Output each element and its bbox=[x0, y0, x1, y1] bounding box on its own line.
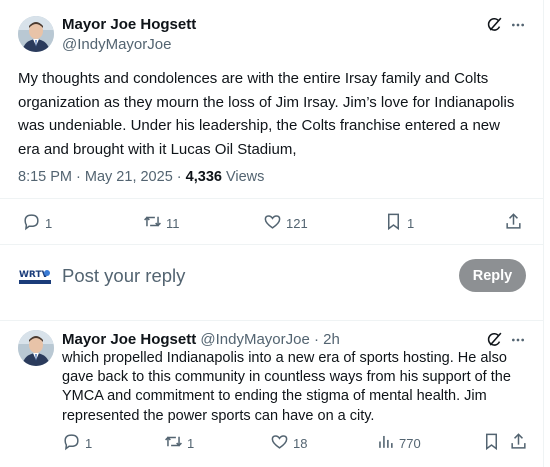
reply-header: Mayor Joe Hogsett @IndyMayorJoe · 2h bbox=[62, 331, 340, 348]
views-label: Views bbox=[225, 169, 265, 185]
bookmark-action[interactable]: 1 bbox=[384, 212, 414, 234]
like-action[interactable]: 18 bbox=[270, 432, 307, 454]
divider bbox=[0, 320, 544, 321]
author-name[interactable]: Mayor Joe Hogsett bbox=[62, 331, 196, 348]
reply-button[interactable]: Reply bbox=[459, 259, 526, 292]
reply-icon bbox=[22, 212, 41, 234]
views-action[interactable]: 770 bbox=[376, 432, 421, 454]
author-handle[interactable]: @IndyMayorJoe bbox=[62, 36, 171, 53]
bookmark-action[interactable] bbox=[482, 432, 501, 454]
reply-icon bbox=[62, 432, 81, 454]
tweet-time-ago[interactable]: 2h bbox=[323, 331, 340, 348]
bookmark-count: 1 bbox=[407, 215, 415, 231]
like-icon bbox=[270, 432, 289, 454]
repost-icon bbox=[164, 432, 183, 454]
meta-separator: · bbox=[172, 169, 186, 185]
share-icon bbox=[509, 432, 528, 454]
reply-count: 1 bbox=[85, 435, 93, 451]
grok-icon[interactable] bbox=[486, 16, 503, 38]
share-icon bbox=[504, 212, 523, 234]
wrtv-logo-text: WRTV bbox=[19, 270, 49, 280]
author-handle[interactable]: @IndyMayorJoe bbox=[200, 331, 309, 348]
reply-action[interactable]: 1 bbox=[62, 432, 92, 454]
like-count: 18 bbox=[293, 435, 308, 451]
reply-input[interactable]: Post your reply bbox=[62, 265, 185, 287]
tweet-text: My thoughts and condolences are with the… bbox=[18, 70, 515, 158]
divider bbox=[0, 198, 544, 199]
main-tweet: Mayor Joe Hogsett @IndyMayorJoe My thoug… bbox=[0, 0, 544, 322]
composer-avatar-logo: WRTV bbox=[19, 266, 51, 288]
tweet-time[interactable]: 8:15 PM bbox=[18, 169, 72, 185]
views-count: 770 bbox=[399, 435, 421, 451]
repost-count: 1 bbox=[187, 435, 195, 451]
share-action[interactable] bbox=[509, 432, 528, 454]
tweet-meta: 8:15 PM · May 21, 2025 · 4,336 Views bbox=[18, 169, 264, 185]
views-count: 4,336 bbox=[185, 169, 222, 185]
repost-action[interactable]: 11 bbox=[143, 212, 180, 234]
like-count: 121 bbox=[286, 215, 308, 231]
bookmark-icon bbox=[482, 432, 501, 454]
meta-separator: · bbox=[72, 169, 85, 185]
meta-separator: · bbox=[314, 331, 319, 348]
share-action[interactable] bbox=[504, 212, 523, 234]
avatar[interactable] bbox=[18, 330, 54, 366]
reply-tweet[interactable]: Mayor Joe Hogsett @IndyMayorJoe · 2h whi… bbox=[0, 322, 544, 467]
bookmark-icon bbox=[384, 212, 403, 234]
repost-action[interactable]: 1 bbox=[164, 432, 194, 454]
tweet-date[interactable]: May 21, 2025 bbox=[85, 169, 173, 185]
reply-action[interactable]: 1 bbox=[22, 212, 52, 234]
avatar[interactable] bbox=[18, 16, 54, 52]
views-icon bbox=[376, 432, 395, 454]
repost-icon bbox=[143, 212, 162, 234]
tweet-text: which propelled Indianapolis into a new … bbox=[62, 350, 511, 424]
more-icon[interactable] bbox=[510, 17, 526, 38]
reply-count: 1 bbox=[45, 215, 53, 231]
repost-count: 11 bbox=[166, 215, 180, 231]
divider bbox=[0, 244, 544, 245]
like-icon bbox=[263, 212, 282, 234]
like-action[interactable]: 121 bbox=[263, 212, 308, 234]
author-name[interactable]: Mayor Joe Hogsett bbox=[62, 16, 196, 33]
